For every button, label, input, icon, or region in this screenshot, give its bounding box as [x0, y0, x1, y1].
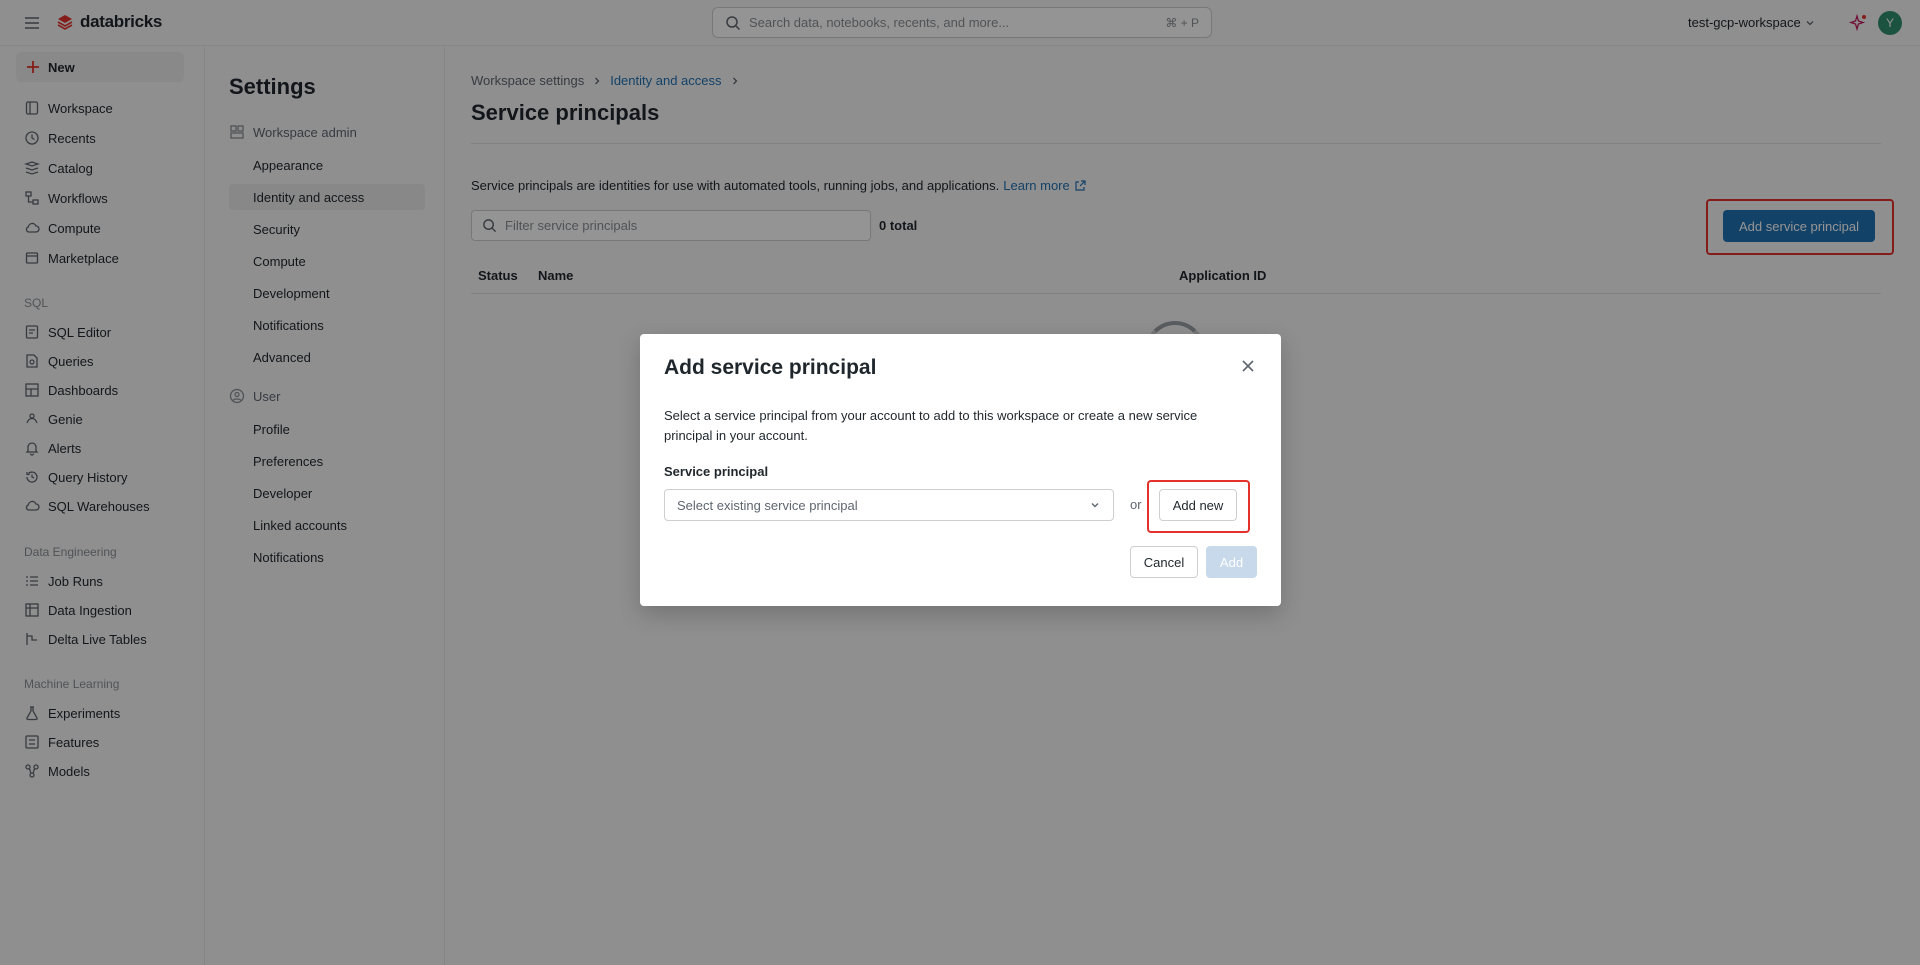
select-placeholder: Select existing service principal: [677, 497, 858, 513]
chevron-down-icon: [1089, 499, 1101, 511]
service-principal-select[interactable]: Select existing service principal: [664, 489, 1114, 521]
or-separator: or: [1130, 497, 1142, 512]
add-service-principal-dialog: Add service principal Select a service p…: [640, 334, 1281, 606]
dialog-description: Select a service principal from your acc…: [664, 408, 1198, 443]
close-icon[interactable]: [1239, 357, 1257, 375]
service-principal-label: Service principal: [664, 464, 769, 479]
add-button[interactable]: Add: [1206, 546, 1257, 578]
dialog-title: Add service principal: [664, 356, 877, 379]
cancel-button[interactable]: Cancel: [1130, 546, 1198, 578]
highlight-box: [1147, 480, 1250, 533]
